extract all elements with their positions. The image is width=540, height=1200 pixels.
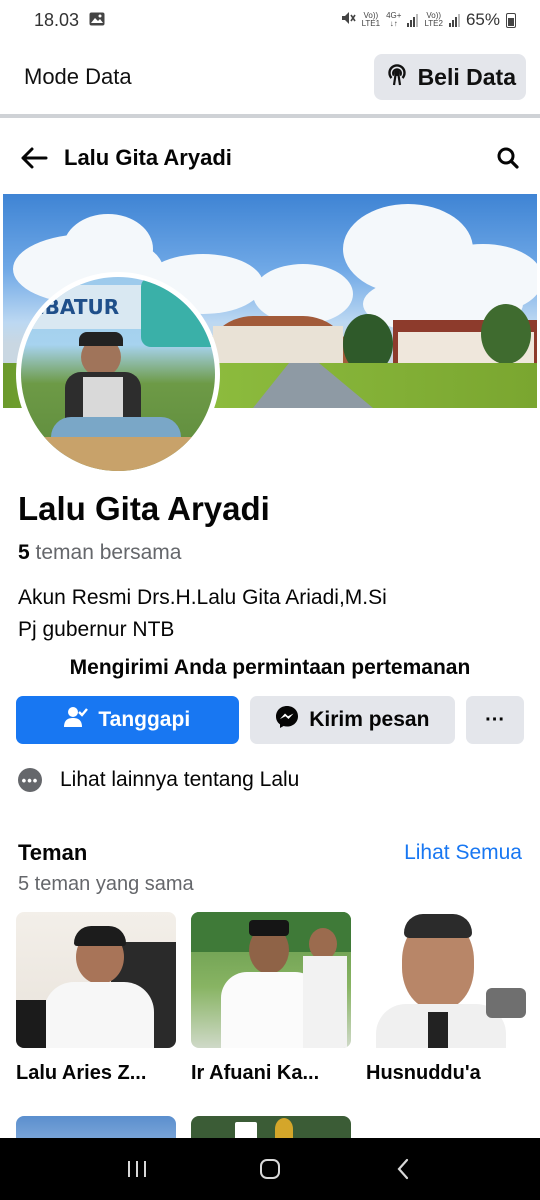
search-icon bbox=[497, 147, 519, 169]
bio-line: Akun Resmi Drs.H.Lalu Gita Ariadi,M.Si bbox=[18, 586, 387, 609]
data-mode-label: Mode Data bbox=[24, 64, 132, 89]
action-buttons: Tanggapi Kirim pesan ··· bbox=[16, 696, 524, 744]
see-more-about-label: Lihat lainnya tentang Lalu bbox=[60, 768, 300, 791]
more-dots-icon: ··· bbox=[485, 708, 506, 731]
profile-name: Lalu Gita Aryadi bbox=[18, 490, 270, 527]
person-check-icon bbox=[64, 706, 89, 734]
home-button[interactable] bbox=[245, 1149, 295, 1189]
signal-1-icon bbox=[407, 13, 419, 27]
volte2-indicator: Vo)) LTE2 bbox=[424, 11, 443, 28]
send-message-label: Kirim pesan bbox=[309, 708, 430, 731]
battery-icon bbox=[506, 12, 516, 28]
page-title: Lalu Gita Aryadi bbox=[64, 145, 232, 170]
messenger-icon bbox=[275, 705, 299, 735]
friend-photo bbox=[16, 912, 176, 1048]
respond-label: Tanggapi bbox=[98, 708, 191, 731]
mutual-friends-subtitle: 5 teman yang sama bbox=[18, 873, 194, 895]
profile-header: Lalu Gita Aryadi bbox=[0, 122, 540, 194]
friend-card-partial[interactable] bbox=[16, 1116, 176, 1140]
gallery-notification-icon bbox=[89, 10, 105, 31]
profile-avatar[interactable]: EBATUR bbox=[16, 272, 220, 476]
friends-section-title: Teman bbox=[18, 840, 88, 865]
back-button[interactable] bbox=[18, 142, 50, 174]
network-type-indicator: 4G+ ↓↑ bbox=[386, 11, 402, 28]
profile-bio: Akun Resmi Drs.H.Lalu Gita Ariadi,M.Si P… bbox=[18, 582, 387, 646]
recent-apps-button[interactable] bbox=[112, 1149, 162, 1189]
friend-photo bbox=[366, 912, 526, 1048]
banner-text: EBATUR bbox=[31, 295, 120, 319]
more-options-button[interactable]: ··· bbox=[466, 696, 524, 744]
status-bar: 18.03 Vo)) LTE1 4G+ ↓↑ Vo)) LTE2 65% bbox=[0, 0, 540, 40]
data-mode-bar: Mode Data Beli Data bbox=[0, 40, 540, 118]
buy-data-label: Beli Data bbox=[417, 63, 516, 90]
volte1-indicator: Vo)) LTE1 bbox=[361, 11, 381, 28]
home-icon bbox=[259, 1159, 280, 1179]
friend-name: Ir Afuani Ka... bbox=[191, 1062, 320, 1084]
bio-line: Pj gubernur NTB bbox=[18, 618, 175, 641]
see-all-friends-link[interactable]: Lihat Semua bbox=[404, 841, 522, 865]
friend-card-partial[interactable] bbox=[191, 1116, 351, 1140]
clock: 18.03 bbox=[34, 9, 80, 30]
more-info-icon: ••• bbox=[18, 768, 42, 792]
back-arrow-icon bbox=[21, 147, 48, 169]
back-nav-button[interactable] bbox=[378, 1149, 428, 1189]
friend-request-notice: Mengirimi Anda permintaan pertemanan bbox=[69, 656, 471, 679]
search-button[interactable] bbox=[494, 144, 522, 172]
friend-card[interactable]: Ir Afuani Ka... bbox=[191, 912, 351, 1085]
buy-data-button[interactable]: Beli Data bbox=[373, 54, 526, 100]
recent-apps-icon bbox=[127, 1161, 146, 1177]
back-chevron-icon bbox=[397, 1158, 409, 1180]
broadcast-icon bbox=[384, 61, 410, 93]
friend-card[interactable]: Lalu Aries Z... bbox=[16, 912, 176, 1085]
friend-photo bbox=[191, 912, 351, 1048]
send-message-button[interactable]: Kirim pesan bbox=[249, 696, 456, 744]
mutual-friends-count: 5 bbox=[18, 541, 30, 564]
signal-2-icon bbox=[448, 13, 460, 27]
mutual-friends-label: teman bersama bbox=[35, 541, 182, 564]
see-more-about[interactable]: ••• Lihat lainnya tentang Lalu bbox=[18, 768, 299, 792]
avatar-photo: EBATUR bbox=[21, 277, 215, 471]
battery-percent: 65% bbox=[465, 10, 500, 29]
respond-button[interactable]: Tanggapi bbox=[16, 696, 239, 744]
system-navigation-bar bbox=[0, 1138, 540, 1200]
mute-icon bbox=[340, 10, 356, 31]
mutual-friends[interactable]: 5 teman bersama bbox=[18, 541, 181, 565]
friend-card[interactable]: Husnuddu'a bbox=[366, 912, 526, 1085]
friend-name: Husnuddu'a bbox=[366, 1062, 481, 1084]
friend-name: Lalu Aries Z... bbox=[16, 1062, 147, 1084]
